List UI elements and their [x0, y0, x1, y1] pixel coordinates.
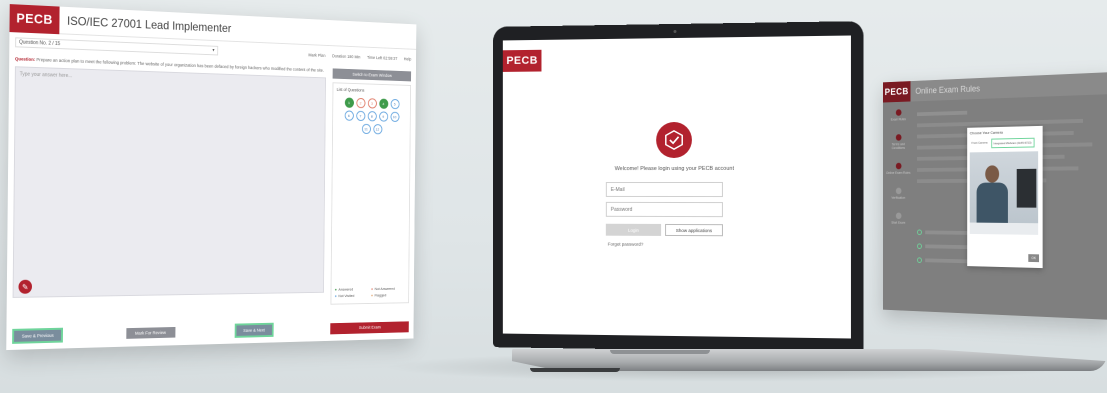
legend-not-visited: Not Visited [335, 293, 370, 298]
step-dot [895, 187, 902, 195]
login-screen: PECB Welcome! Please login using your PE… [502, 35, 851, 339]
check-icon [916, 257, 922, 264]
camera-modal: Choose Your Camera Front Camera Integrat… [967, 125, 1043, 269]
answer-textarea[interactable]: Type your answer here... [12, 66, 326, 298]
step-dot [895, 134, 902, 141]
answer-placeholder: Type your answer here... [19, 71, 73, 80]
question-bubble[interactable]: 10 [390, 111, 400, 122]
step-dot [895, 212, 902, 220]
question-list-title: List of Questions [336, 87, 365, 93]
laptop-lid: PECB Welcome! Please login using your PE… [493, 21, 864, 353]
question-bubble[interactable]: 8 [367, 111, 377, 122]
question-bubble[interactable]: 12 [372, 124, 382, 135]
pecb-logo: PECB [882, 81, 911, 103]
text-line [916, 110, 968, 117]
legend-answered: Answered [335, 286, 370, 292]
step-label: Verification [891, 196, 906, 200]
question-bubble[interactable]: 9 [378, 111, 388, 122]
question-sidebar: Switch to Exam Window List of Questions … [330, 65, 412, 324]
camera-tabs: Front Camera Integrated Webcam (0c45:672… [970, 137, 1040, 149]
password-placeholder: Password [610, 206, 633, 213]
legend-not-answered: Not Answered [371, 286, 405, 291]
login-button[interactable]: Login [605, 223, 662, 236]
exam-body: Question: Prepare an action plan to meet… [6, 52, 416, 332]
help-link[interactable]: Help [404, 56, 411, 61]
step-dot [895, 109, 902, 116]
question-grid: 1 2 3 4 5 6 7 8 9 10 11 12 [340, 97, 404, 135]
save-previous-button[interactable]: Save & Previous [12, 327, 64, 344]
show-applications-button[interactable]: Show applications [665, 223, 723, 237]
question-area: Question: Prepare an action plan to meet… [12, 52, 326, 332]
question-bubble[interactable]: 7 [355, 110, 365, 122]
pecb-emblem-icon [656, 121, 692, 159]
time-left-label: Time Left 02:59:37 [366, 54, 398, 61]
exam-title: ISO/IEC 27001 Lead Implementer [66, 13, 232, 35]
step-label: Exam Rules [890, 117, 906, 122]
submit-exam-button[interactable]: Submit Exam [330, 320, 409, 334]
monitor-shape [1016, 168, 1037, 208]
step-exam-rules[interactable]: Exam Rules [886, 109, 910, 122]
ok-button[interactable]: OK [1028, 254, 1040, 263]
question-bubble[interactable]: 6 [344, 110, 354, 121]
question-list-panel: List of Questions 123456789101112 Answer… [330, 82, 411, 305]
desk-shape [969, 222, 1039, 235]
step-label: Terms and Conditions [891, 142, 905, 151]
status-legend: Answered Not Answered Not Visited Flagge… [335, 286, 405, 298]
rules-title: Online Exam Rules [915, 83, 981, 96]
question-label: Question: [14, 56, 36, 63]
chevron-down-icon: ▾ [212, 47, 215, 54]
pecb-logo: PECB [502, 49, 542, 72]
step-dot [895, 162, 902, 170]
step-label: Online Exam Rules [886, 170, 911, 175]
camera-icon [673, 29, 677, 34]
mark-plan-link[interactable]: Mark Plan [308, 52, 325, 57]
step-start-exam[interactable]: Start Exam [886, 212, 910, 225]
exam-window: PECB ISO/IEC 27001 Lead Implementer Ques… [6, 4, 417, 351]
rules-header: PECB Online Exam Rules [882, 72, 1107, 103]
save-next-button[interactable]: Save & Next [234, 322, 274, 338]
question-bubble[interactable]: 2 [355, 97, 366, 109]
check-icon [916, 229, 922, 236]
email-field[interactable]: E-Mail [605, 181, 723, 198]
legend-flagged: Flagged [371, 292, 405, 298]
tab-integrated-webcam[interactable]: Integrated Webcam (0c45:6723) [990, 137, 1035, 149]
pecb-logo: PECB [9, 4, 60, 34]
person-head-shape [985, 165, 1000, 183]
duration-label: Duration 180 Min [332, 53, 361, 59]
mark-review-button[interactable]: Mark For Review [125, 326, 176, 339]
password-field[interactable]: Password [605, 201, 723, 218]
welcome-message: Welcome! Please login using your PECB ac… [614, 165, 735, 173]
exam-meta: Mark Plan Duration 180 Min Time Left 02:… [308, 52, 411, 61]
question-bubble[interactable]: 3 [367, 98, 377, 109]
step-label: Start Exam [891, 220, 906, 225]
step-online-rules[interactable]: Online Exam Rules [886, 162, 911, 175]
question-select-value: Question No. 2 / 15 [19, 39, 61, 48]
switch-window-button[interactable]: Switch to Exam Window [332, 68, 412, 82]
step-terms[interactable]: Terms and Conditions [886, 134, 910, 150]
question-bubble[interactable]: 5 [390, 98, 400, 110]
camera-preview [969, 151, 1039, 235]
question-bubble[interactable]: 1 [344, 97, 354, 108]
exam-rules-window: PECB Online Exam Rules Exam Rules Terms … [882, 72, 1107, 320]
laptop-foot [530, 368, 620, 372]
tab-front-camera[interactable]: Front Camera [970, 139, 989, 149]
question-bubble[interactable]: 4 [378, 98, 388, 109]
modal-title: Choose Your Camera [969, 129, 1003, 136]
question-bubble[interactable]: 11 [361, 123, 371, 135]
email-placeholder: E-Mail [610, 187, 625, 193]
step-verification[interactable]: Verification [886, 187, 910, 200]
laptop-notch [610, 350, 710, 354]
rules-steps: Exam Rules Terms and Conditions Online E… [886, 109, 910, 238]
forgot-password-link[interactable]: Forgot password? [608, 242, 643, 247]
check-icon [916, 243, 922, 250]
